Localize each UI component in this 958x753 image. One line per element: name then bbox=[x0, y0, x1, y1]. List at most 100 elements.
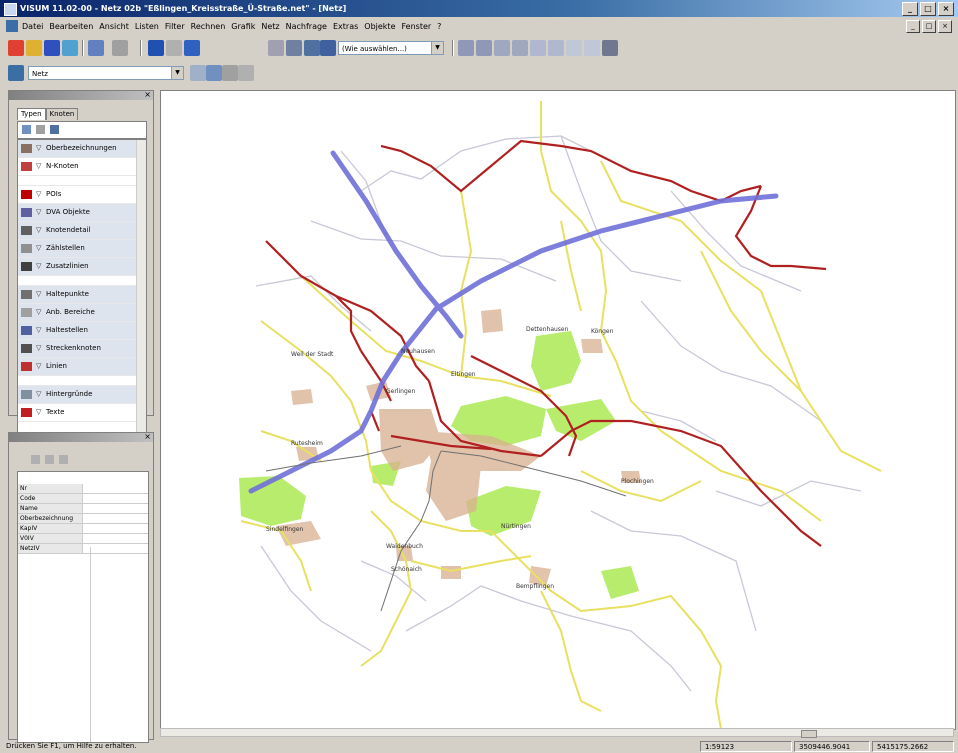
network-map[interactable]: Weil der Stadt Neuhausen Rutesheim Eltin… bbox=[160, 90, 956, 730]
layout-icon[interactable] bbox=[320, 40, 336, 56]
menu-item[interactable]: Netz bbox=[261, 17, 279, 36]
filter-icon[interactable]: ▽ bbox=[36, 286, 41, 303]
pointer-icon[interactable] bbox=[36, 125, 45, 134]
refresh-icon[interactable] bbox=[548, 40, 564, 56]
menu-item[interactable]: Grafik bbox=[231, 17, 255, 36]
filter-icon[interactable]: ▽ bbox=[36, 404, 41, 421]
save-as-icon[interactable] bbox=[62, 40, 78, 56]
filter-icon[interactable]: ▽ bbox=[36, 186, 41, 203]
layer-item[interactable]: ▽ Anb. Bereiche bbox=[18, 304, 146, 322]
property-row[interactable]: Nr bbox=[18, 484, 148, 494]
layer-item[interactable]: ▽ Oberbezeichnungen bbox=[18, 140, 146, 158]
pointer-icon[interactable] bbox=[238, 65, 254, 81]
tab-nodes[interactable]: Knoten bbox=[45, 108, 79, 120]
scrollbar-thumb[interactable] bbox=[801, 730, 817, 738]
locate-icon[interactable] bbox=[22, 125, 31, 134]
layer-item[interactable]: ▽ Zählstellen bbox=[18, 240, 146, 258]
insert-icon[interactable] bbox=[190, 65, 206, 81]
zoom-previous-icon[interactable] bbox=[512, 40, 528, 56]
zoom-out-icon[interactable] bbox=[476, 40, 492, 56]
zoom-window-icon[interactable] bbox=[530, 40, 546, 56]
mdi-minimize-button[interactable]: _ bbox=[906, 20, 920, 33]
filter-icon[interactable]: ▽ bbox=[36, 158, 41, 175]
tab-types[interactable]: Typen bbox=[17, 108, 46, 120]
property-value[interactable] bbox=[83, 544, 148, 553]
sort-icon[interactable] bbox=[31, 455, 40, 464]
spread-icon[interactable] bbox=[566, 40, 582, 56]
property-value[interactable] bbox=[83, 534, 148, 543]
minimize-button[interactable]: _ bbox=[902, 2, 918, 16]
layer-item[interactable]: ▽ DVA Objekte bbox=[18, 204, 146, 222]
layer-item[interactable]: ▽ N-Knoten bbox=[18, 158, 146, 176]
layer-item[interactable]: ▽ Linien bbox=[18, 358, 146, 376]
menu-item[interactable]: Ansicht bbox=[99, 17, 129, 36]
preview-icon[interactable] bbox=[166, 40, 182, 56]
graphic-params-combo[interactable]: (Wie auswählen...) ▼ bbox=[338, 41, 444, 55]
map-horizontal-scrollbar[interactable] bbox=[160, 728, 954, 738]
net-object-icon[interactable] bbox=[8, 65, 24, 81]
property-value[interactable] bbox=[83, 484, 148, 493]
menu-item[interactable]: Extras bbox=[333, 17, 358, 36]
layer-list-scrollbar[interactable] bbox=[136, 140, 146, 450]
filter-icon[interactable]: ▽ bbox=[36, 386, 41, 403]
filter-icon[interactable]: ▽ bbox=[36, 358, 41, 375]
edit-icon[interactable] bbox=[206, 65, 222, 81]
map-canvas[interactable]: Weil der Stadt Neuhausen Rutesheim Eltin… bbox=[161, 91, 955, 729]
filter-icon[interactable]: ▽ bbox=[36, 204, 41, 221]
property-value[interactable] bbox=[83, 514, 148, 523]
delete-icon[interactable] bbox=[222, 65, 238, 81]
menu-item[interactable]: Fenster bbox=[402, 17, 432, 36]
filter-icon[interactable]: ▽ bbox=[36, 140, 41, 157]
mdi-close-button[interactable]: × bbox=[938, 20, 952, 33]
property-value[interactable] bbox=[83, 494, 148, 503]
attributes-icon[interactable] bbox=[59, 455, 68, 464]
property-row[interactable]: KapIV bbox=[18, 524, 148, 534]
filter-funnel-icon[interactable] bbox=[602, 40, 618, 56]
document-icon[interactable] bbox=[6, 20, 18, 32]
zoom-in-icon[interactable] bbox=[458, 40, 474, 56]
menu-item[interactable]: Rechnen bbox=[191, 17, 226, 36]
filter-icon[interactable]: ▽ bbox=[36, 304, 41, 321]
app-icon[interactable] bbox=[4, 3, 17, 16]
filter-icon[interactable]: ▽ bbox=[36, 222, 41, 239]
layer-item[interactable]: ▽ Haltestellen bbox=[18, 322, 146, 340]
chevron-down-icon[interactable]: ▼ bbox=[171, 67, 183, 79]
print-icon[interactable] bbox=[148, 40, 164, 56]
chevron-down-icon[interactable]: ▼ bbox=[431, 42, 443, 54]
menu-item[interactable]: Nachfrage bbox=[286, 17, 327, 36]
listing-icon[interactable] bbox=[304, 40, 320, 56]
layer-item[interactable]: ▽ Streckenknoten bbox=[18, 340, 146, 358]
property-value[interactable] bbox=[83, 504, 148, 513]
copy-icon[interactable] bbox=[45, 455, 54, 464]
close-button[interactable]: × bbox=[938, 2, 954, 16]
property-value[interactable] bbox=[83, 524, 148, 533]
filter-icon[interactable]: ▽ bbox=[36, 258, 41, 275]
menu-item[interactable]: Objekte bbox=[364, 17, 395, 36]
undo-icon[interactable] bbox=[88, 40, 104, 56]
menu-item[interactable]: Filter bbox=[165, 17, 185, 36]
close-icon[interactable]: × bbox=[144, 432, 151, 441]
property-row[interactable]: Oberbezeichnung bbox=[18, 514, 148, 524]
net-object-combo[interactable]: Netz ▼ bbox=[28, 66, 184, 80]
menu-item[interactable]: Bearbeiten bbox=[49, 17, 93, 36]
filter-icon[interactable]: ▽ bbox=[36, 240, 41, 257]
property-row[interactable]: Name bbox=[18, 504, 148, 514]
save-icon[interactable] bbox=[44, 40, 60, 56]
open-icon[interactable] bbox=[26, 40, 42, 56]
layer-item[interactable]: ▽ POIs bbox=[18, 186, 146, 204]
layer-item[interactable]: ▽ Hintergründe bbox=[18, 386, 146, 404]
mdi-restore-button[interactable]: □ bbox=[922, 20, 936, 33]
help-icon[interactable] bbox=[184, 40, 200, 56]
redo-icon[interactable] bbox=[112, 40, 128, 56]
filter-icon[interactable]: ▽ bbox=[36, 340, 41, 357]
menu-item[interactable]: Datei bbox=[22, 17, 43, 36]
new-icon[interactable] bbox=[8, 40, 24, 56]
table-icon[interactable] bbox=[50, 125, 59, 134]
filter-icon[interactable]: ▽ bbox=[36, 322, 41, 339]
pan-icon[interactable] bbox=[494, 40, 510, 56]
layer-item[interactable]: ▽ Haltepunkte bbox=[18, 286, 146, 304]
measure-icon[interactable] bbox=[584, 40, 600, 56]
layer-item[interactable]: ▽ Zusatzlinien bbox=[18, 258, 146, 276]
layer-item[interactable]: ▽ Knotendetail bbox=[18, 222, 146, 240]
property-row[interactable]: V0IV bbox=[18, 534, 148, 544]
